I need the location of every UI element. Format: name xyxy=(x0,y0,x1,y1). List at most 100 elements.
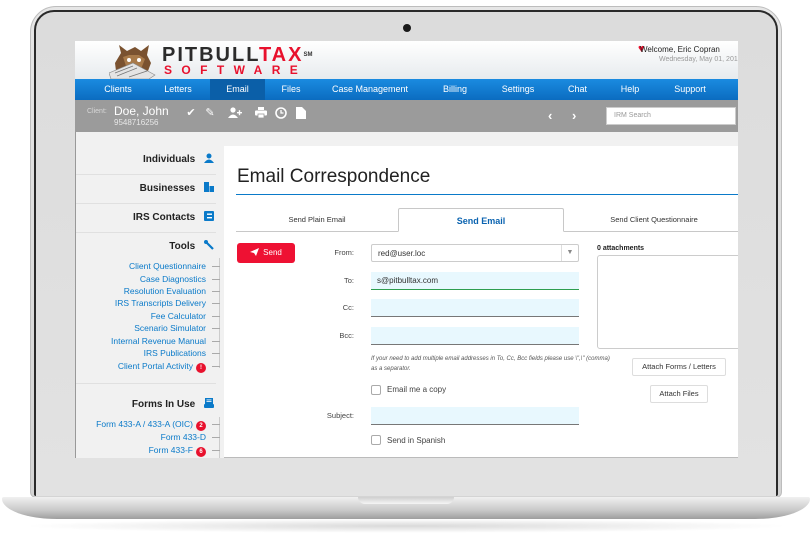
sidebar: Individuals Businesses IRS Contacts Tool… xyxy=(75,132,220,458)
email-copy-label[interactable]: Email me a copy xyxy=(387,385,446,394)
bcc-label: Bcc: xyxy=(339,331,354,340)
tree-tick xyxy=(212,450,220,451)
subject-label: Subject: xyxy=(326,411,354,420)
tab-send-plain-email[interactable]: Send Plain Email xyxy=(236,208,398,232)
send-label: Send xyxy=(263,248,282,257)
attachments-list[interactable] xyxy=(597,255,738,349)
clock-icon[interactable] xyxy=(275,107,287,119)
tool-irs-transcripts-delivery[interactable]: IRS Transcripts Delivery xyxy=(115,298,206,308)
nav-billing[interactable]: Billing xyxy=(430,79,480,100)
sidebar-item-label: Businesses xyxy=(139,183,196,194)
from-label: From: xyxy=(334,248,354,257)
tree-line xyxy=(219,258,220,368)
laptop-frame: PITBULLTAXSM SOFTWARE ♥ Welcome, Eric Co… xyxy=(0,0,812,550)
spanish-checkbox[interactable] xyxy=(371,435,381,445)
inbox-icon xyxy=(204,398,214,408)
from-select[interactable]: red@user.loc ▼ xyxy=(371,244,579,262)
wrench-icon xyxy=(204,240,214,250)
nav-clients[interactable]: Clients xyxy=(83,79,153,100)
cc-field[interactable] xyxy=(371,299,579,317)
brand-subtitle: SOFTWARE xyxy=(164,63,308,77)
tool-resolution-evaluation[interactable]: Resolution Evaluation xyxy=(124,286,206,296)
attachments-count: 0 attachments xyxy=(597,245,645,252)
nav-help[interactable]: Help xyxy=(610,79,650,100)
sidebar-item-tools[interactable]: Tools xyxy=(169,240,214,252)
user-icon xyxy=(204,153,214,163)
to-label: To: xyxy=(343,276,354,285)
sidebar-item-forms-in-use[interactable]: Forms In Use xyxy=(132,398,214,410)
to-field[interactable]: s@pitbulltax.com xyxy=(371,272,579,290)
send-button[interactable]: Send xyxy=(237,243,295,263)
sidebar-item-irs-contacts[interactable]: IRS Contacts xyxy=(133,211,214,223)
client-name[interactable]: Doe, John xyxy=(114,104,169,118)
from-value: red@user.loc xyxy=(378,249,426,258)
attach-forms-letters-button[interactable]: Attach Forms / Letters xyxy=(632,358,726,376)
sidebar-item-individuals[interactable]: Individuals xyxy=(143,153,214,165)
tool-irs-publications[interactable]: IRS Publications xyxy=(144,348,206,358)
tree-tick xyxy=(212,279,220,280)
nav-files[interactable]: Files xyxy=(265,79,317,100)
chevron-down-icon[interactable]: ▼ xyxy=(561,245,578,261)
form-433-a[interactable]: Form 433-A / 433-A (OIC) 2 xyxy=(96,419,206,431)
tool-client-questionnaire[interactable]: Client Questionnaire xyxy=(129,261,206,271)
nav-settings[interactable]: Settings xyxy=(493,79,543,100)
tree-tick xyxy=(212,266,220,267)
tree-tick xyxy=(212,424,220,425)
tree-tick xyxy=(212,366,220,367)
client-phone: 9548716256 xyxy=(114,118,159,127)
tool-scenario-simulator[interactable]: Scenario Simulator xyxy=(134,323,206,333)
paper-plane-icon xyxy=(250,248,260,256)
sidebar-item-label: Individuals xyxy=(142,154,196,165)
tool-fee-calculator[interactable]: Fee Calculator xyxy=(151,311,206,321)
count-badge: 6 xyxy=(196,447,206,457)
irm-search-input[interactable]: IRM Search xyxy=(606,107,736,125)
prev-client-arrow[interactable]: ‹ xyxy=(548,109,552,122)
check-icon[interactable]: ✔ xyxy=(185,107,197,119)
tool-case-diagnostics[interactable]: Case Diagnostics xyxy=(140,274,206,284)
page-title: Email Correspondence xyxy=(237,166,431,187)
email-copy-checkbox[interactable] xyxy=(371,385,381,395)
client-label: Client: xyxy=(87,108,107,115)
spanish-label[interactable]: Send in Spanish xyxy=(387,436,445,445)
bcc-field[interactable] xyxy=(371,327,579,345)
nav-chat[interactable]: Chat xyxy=(555,79,600,100)
app-header: PITBULLTAXSM SOFTWARE ♥ Welcome, Eric Co… xyxy=(75,41,738,79)
email-panel: Email Correspondence Send Plain Email Se… xyxy=(224,146,738,458)
welcome-text: Welcome, Eric Copran xyxy=(640,45,720,54)
address-book-icon xyxy=(204,211,214,221)
tab-send-email[interactable]: Send Email xyxy=(398,208,564,232)
tree-tick xyxy=(212,353,220,354)
tool-client-portal-activity[interactable]: Client Portal Activity! xyxy=(118,361,206,373)
brand-logo[interactable]: PITBULLTAXSM SOFTWARE xyxy=(109,43,329,79)
form-433-d[interactable]: Form 433-D xyxy=(161,432,206,442)
next-client-arrow[interactable]: › xyxy=(572,109,576,122)
nav-support[interactable]: Support xyxy=(665,79,715,100)
nav-case-management[interactable]: Case Management xyxy=(320,79,420,100)
title-underline xyxy=(236,194,738,195)
panel-bottom-border xyxy=(224,457,738,458)
nav-letters[interactable]: Letters xyxy=(145,79,211,100)
subject-field[interactable] xyxy=(371,407,579,425)
tab-send-client-questionnaire[interactable]: Send Client Questionnaire xyxy=(564,208,738,232)
brand-wordmark: PITBULLTAXSM xyxy=(162,44,313,66)
webcam xyxy=(403,24,411,32)
add-user-icon[interactable] xyxy=(228,107,242,119)
document-icon[interactable] xyxy=(295,107,307,119)
current-date: Wednesday, May 01, 2019 xyxy=(659,56,738,63)
tool-label: Client Portal Activity xyxy=(117,361,193,371)
print-icon[interactable] xyxy=(255,107,267,119)
divider xyxy=(76,203,216,204)
divider xyxy=(76,232,216,233)
tool-internal-revenue-manual[interactable]: Internal Revenue Manual xyxy=(111,336,206,346)
tree-tick xyxy=(212,316,220,317)
laptop-notch xyxy=(358,497,454,504)
cc-label: Cc: xyxy=(342,303,354,312)
attach-files-button[interactable]: Attach Files xyxy=(650,385,708,403)
sidebar-item-businesses[interactable]: Businesses xyxy=(140,182,214,194)
nav-email[interactable]: Email xyxy=(210,79,265,100)
form-label: Form 433-F xyxy=(148,445,193,455)
form-433-f[interactable]: Form 433-F 6 xyxy=(149,445,206,457)
pencil-icon[interactable]: ✎ xyxy=(204,107,216,119)
tree-tick xyxy=(212,341,220,342)
main-nav: Clients Letters Email Files Case Managem… xyxy=(75,79,738,100)
